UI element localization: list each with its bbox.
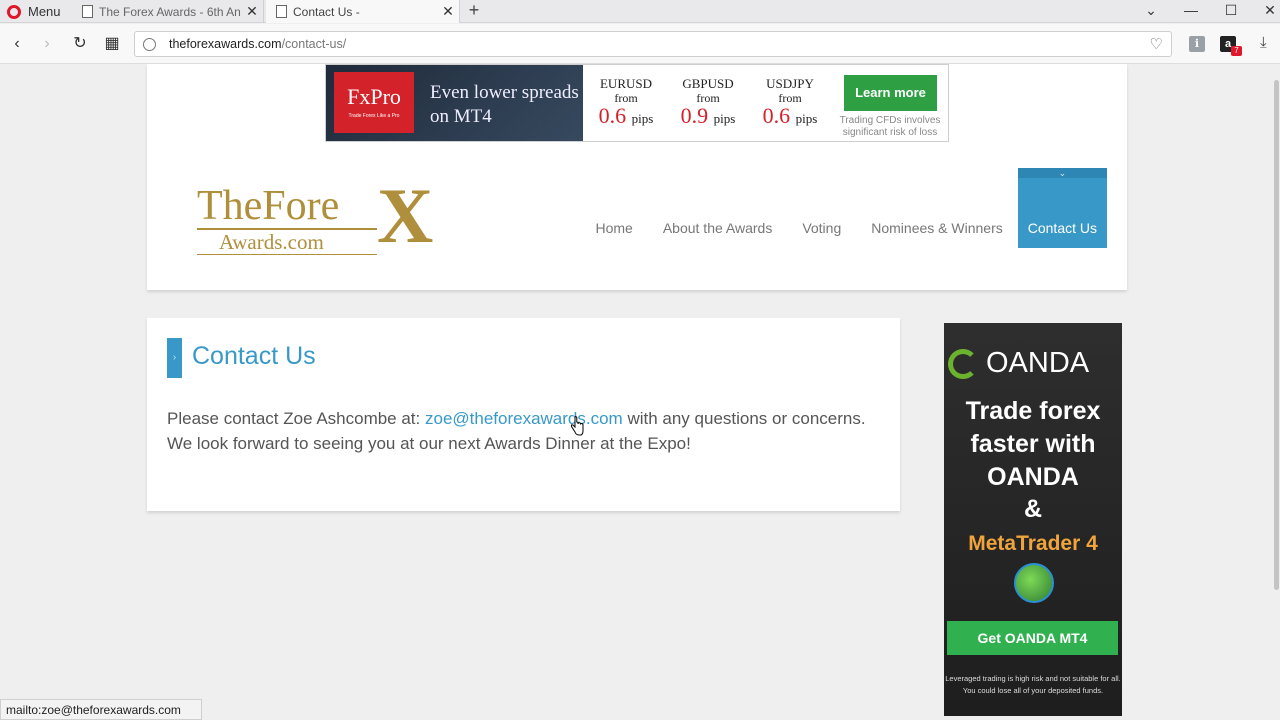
- site-logo[interactable]: TheFore X Awards.com: [197, 176, 459, 256]
- forward-icon[interactable]: ›: [35, 32, 59, 56]
- tab-contact-us[interactable]: Contact Us - ✕: [266, 0, 460, 23]
- ad-disclaimer: Leveraged trading is high risk and not s…: [945, 674, 1121, 695]
- scrollbar[interactable]: [1272, 64, 1280, 720]
- page-icon: [276, 5, 287, 18]
- page-title: Contact Us: [192, 342, 316, 370]
- chevron-down-icon: ⌄: [1058, 168, 1067, 178]
- back-icon[interactable]: ‹: [5, 32, 29, 56]
- opera-logo-icon: [7, 4, 21, 19]
- nav-voting[interactable]: Voting: [787, 220, 856, 248]
- tab-title: The Forex Awards - 6th Ann: [99, 4, 241, 19]
- pair-eurusd: EURUSD from 0.6 pips: [598, 76, 654, 128]
- nav-about-awards[interactable]: About the Awards: [648, 220, 787, 248]
- tab-menu-icon[interactable]: ⌄: [1131, 0, 1171, 23]
- oanda-mark-icon: [948, 348, 978, 379]
- risk-warning: Trading CFDs involves significant risk o…: [839, 115, 941, 138]
- nav-contact-us[interactable]: ⌄ Contact Us: [1017, 168, 1107, 248]
- menu-label: Menu: [28, 4, 61, 19]
- url-text[interactable]: theforexawards.com/contact-us/: [169, 37, 346, 51]
- pair-usdjpy: USDJPY from 0.6 pips: [762, 76, 818, 128]
- ad-product: MetaTrader 4: [968, 532, 1098, 555]
- bookmark-heart-icon[interactable]: ♡: [1150, 35, 1163, 53]
- email-link[interactable]: zoe@theforexawards.com: [425, 409, 623, 428]
- globe-icon: [143, 38, 156, 51]
- fxpro-logo: FxPro Trade Forex Like a Pro: [334, 72, 414, 133]
- contact-content: › Contact Us Please contact Zoe Ashcombe…: [147, 318, 900, 511]
- main-nav: Home About the Awards Voting Nominees & …: [580, 168, 1107, 248]
- banner-slogan: Even lower spreads on MT4: [430, 82, 579, 127]
- contact-paragraph: Please contact Zoe Ashcombe at: zoe@thef…: [167, 409, 866, 453]
- learn-more-button[interactable]: Learn more: [844, 75, 937, 111]
- close-icon[interactable]: ✕: [437, 3, 459, 20]
- window-close-icon[interactable]: ✕: [1250, 0, 1280, 23]
- page-viewport: FxPro Trade Forex Like a Pro Even lower …: [0, 64, 1280, 720]
- address-field[interactable]: theforexawards.com/contact-us/ ♡: [134, 31, 1172, 57]
- oanda-logo: OANDA: [948, 347, 1089, 380]
- maximize-icon[interactable]: ☐: [1211, 0, 1251, 23]
- pair-gbpusd: GBPUSD from 0.9 pips: [680, 76, 736, 128]
- site-header: FxPro Trade Forex Like a Pro Even lower …: [147, 64, 1127, 290]
- metatrader-icon: [1014, 563, 1054, 603]
- scrollbar-thumb[interactable]: [1274, 80, 1279, 590]
- nav-nominees-winners[interactable]: Nominees & Winners: [856, 220, 1018, 248]
- chevron-right-icon: ›: [167, 338, 182, 378]
- fxpro-banner-ad[interactable]: FxPro Trade Forex Like a Pro Even lower …: [325, 64, 949, 142]
- ad-headline: Trade forex faster with OANDA: [965, 397, 1101, 491]
- ad-ampersand: &: [1023, 495, 1043, 523]
- hand-cursor-icon: [570, 416, 584, 436]
- nav-home[interactable]: Home: [580, 220, 647, 248]
- extension-badge: 7: [1231, 46, 1242, 56]
- oanda-ad[interactable]: OANDA Trade forex faster with OANDA & Me…: [944, 323, 1122, 716]
- reload-icon[interactable]: ↻: [68, 32, 92, 56]
- address-toolbar: ‹ › ↻ ▦ theforexawards.com/contact-us/ ♡…: [0, 24, 1280, 64]
- tab-title: Contact Us -: [293, 4, 360, 19]
- tab-bar: Menu The Forex Awards - 6th Ann ✕ Contac…: [0, 0, 1280, 23]
- opera-menu-button[interactable]: Menu: [0, 0, 68, 23]
- status-bar: mailto:zoe@theforexawards.com: [0, 699, 202, 720]
- tab-forex-awards[interactable]: The Forex Awards - 6th Ann ✕: [72, 0, 264, 23]
- extension-icon[interactable]: ℹ: [1189, 36, 1205, 52]
- close-icon[interactable]: ✕: [241, 3, 263, 20]
- speed-dial-icon[interactable]: ▦: [100, 32, 124, 56]
- get-oanda-mt4-button[interactable]: Get OANDA MT4: [947, 621, 1118, 655]
- page-icon: [82, 5, 93, 18]
- download-icon[interactable]: ⤓: [1260, 34, 1267, 51]
- banner-image: FxPro Trade Forex Like a Pro Even lower …: [326, 65, 583, 141]
- new-tab-button[interactable]: +: [464, 0, 484, 23]
- minimize-icon[interactable]: —: [1171, 0, 1211, 23]
